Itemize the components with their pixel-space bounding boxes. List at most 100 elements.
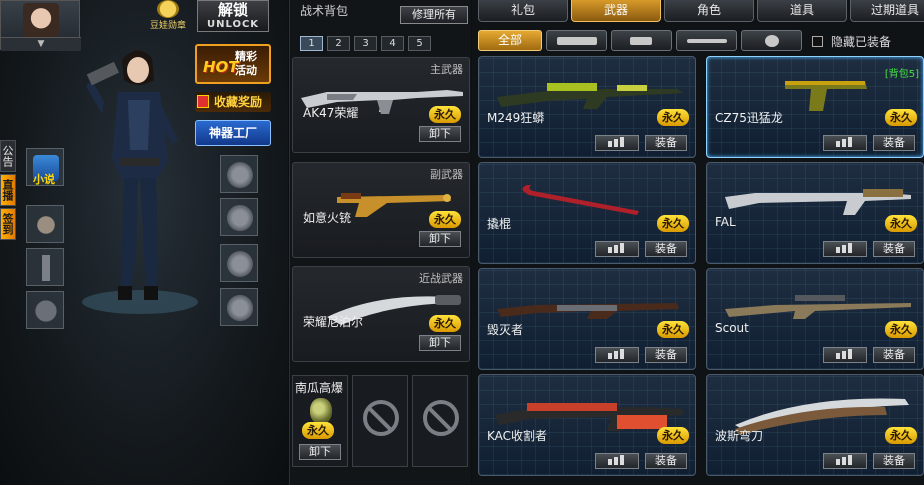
weapon-name: CZ75迅猛龙 xyxy=(715,111,783,125)
backpack-page-4[interactable]: 4 xyxy=(381,36,404,51)
tab-characters[interactable]: 角色 xyxy=(664,0,754,22)
unload-button[interactable]: 卸下 xyxy=(419,231,461,247)
unload-button[interactable]: 卸下 xyxy=(419,126,461,142)
tab-weapons[interactable]: 武器 xyxy=(571,0,661,22)
slot-bag[interactable] xyxy=(26,291,64,329)
hot-events-button[interactable]: HOT 精彩 活动 xyxy=(195,44,271,84)
stats-bar-icon xyxy=(614,351,618,359)
hot-events-line1: 精彩 xyxy=(235,50,257,63)
slot-pendant[interactable] xyxy=(26,205,64,243)
slot-novel[interactable]: 小说 xyxy=(26,148,64,186)
stats-bar-icon xyxy=(836,459,840,465)
slot-goggles[interactable] xyxy=(220,244,258,282)
filter-pistol[interactable] xyxy=(611,30,672,51)
avatar-dropdown-toggle[interactable]: ▼ xyxy=(1,37,81,51)
backpack-page-3[interactable]: 3 xyxy=(354,36,377,51)
weapon-card[interactable]: 波斯弯刀 永久 装备 xyxy=(706,374,924,476)
stats-button[interactable] xyxy=(823,347,867,363)
prohibited-icon xyxy=(363,400,399,436)
hot-events-label: 精彩 活动 xyxy=(235,50,257,78)
slot-gloves[interactable] xyxy=(220,288,258,326)
unlock-button[interactable]: 解锁 UNLOCK xyxy=(197,0,269,32)
permanent-tag: 永久 xyxy=(885,215,917,232)
grenade-slot[interactable]: 南瓜高爆 永久 卸下 xyxy=(292,375,348,467)
doll-medal-badge[interactable]: 豆娃勋章 xyxy=(145,0,191,32)
secondary-weapon-slot[interactable]: 副武器 如意火铳 永久 卸下 xyxy=(292,162,470,258)
stats-button[interactable] xyxy=(595,241,639,257)
side-tab-checkin[interactable]: 签到 xyxy=(0,208,16,240)
backpack-page-5[interactable]: 5 xyxy=(408,36,431,51)
side-tab-announcement[interactable]: 公告 xyxy=(0,140,16,172)
filter-all[interactable]: 全部 xyxy=(478,30,542,51)
weapon-card[interactable]: M249狂蟒 永久 装备 xyxy=(478,56,696,158)
helmet-icon xyxy=(227,162,253,188)
artifact-factory-button[interactable]: 神器工厂 xyxy=(195,120,271,146)
weapon-filters: 全部 xyxy=(478,30,802,51)
weapon-card[interactable]: FAL 永久 装备 xyxy=(706,162,924,264)
slot-category: 主武器 xyxy=(430,63,463,76)
empty-throwable-slot[interactable] xyxy=(352,375,408,467)
pouch-icon xyxy=(33,298,59,324)
equip-button[interactable]: 装备 xyxy=(645,241,687,257)
weapon-card[interactable]: KAC收割者 永久 装备 xyxy=(478,374,696,476)
filter-melee[interactable] xyxy=(676,30,737,51)
side-tab-live[interactable]: 直播 xyxy=(0,174,16,206)
equip-button[interactable]: 装备 xyxy=(873,135,915,151)
stats-button[interactable] xyxy=(595,347,639,363)
player-avatar[interactable]: ▼ xyxy=(0,0,81,51)
stats-bar-icon xyxy=(608,141,612,147)
equip-button[interactable]: 装备 xyxy=(873,241,915,257)
unload-button[interactable]: 卸下 xyxy=(419,335,461,351)
equip-button[interactable]: 装备 xyxy=(645,453,687,469)
collection-reward-button[interactable]: 收藏奖励 xyxy=(195,92,271,112)
permanent-tag: 永久 xyxy=(657,215,689,232)
permanent-tag: 永久 xyxy=(885,321,917,338)
weapon-card[interactable]: 撬棍 永久 装备 xyxy=(478,162,696,264)
stats-button[interactable] xyxy=(823,135,867,151)
backpack-page-1[interactable]: 1 xyxy=(300,36,323,51)
weapon-card[interactable]: Scout 永久 装备 xyxy=(706,268,924,370)
slot-spray[interactable] xyxy=(26,248,64,286)
equip-button[interactable]: 装备 xyxy=(645,135,687,151)
tab-gift-pack[interactable]: 礼包 xyxy=(478,0,568,22)
stats-button[interactable] xyxy=(823,453,867,469)
filter-rifle[interactable] xyxy=(546,30,607,51)
stats-button[interactable] xyxy=(595,453,639,469)
prohibited-icon xyxy=(423,400,459,436)
primary-weapon-slot[interactable]: 主武器 AK47荣耀 永久 卸下 xyxy=(292,57,470,153)
repair-all-button[interactable]: 修理所有 xyxy=(400,6,468,24)
teddy-bear-icon xyxy=(33,212,59,238)
equip-button[interactable]: 装备 xyxy=(873,453,915,469)
hide-equipped-toggle[interactable]: 隐藏已装备 xyxy=(812,33,891,50)
stats-bar-icon xyxy=(848,243,852,253)
stats-bar-icon xyxy=(836,141,840,147)
weapon-card[interactable]: CZ75迅猛龙 [背包5] 永久 装备 xyxy=(706,56,924,158)
grenade-name: 南瓜高爆 xyxy=(295,381,344,395)
stats-bar-icon xyxy=(608,353,612,359)
weapon-name: 毁灭者 xyxy=(487,323,524,337)
unload-button[interactable]: 卸下 xyxy=(299,444,341,460)
slot-helmet[interactable] xyxy=(220,155,258,193)
permanent-tag: 永久 xyxy=(429,315,461,332)
permanent-tag: 永久 xyxy=(885,427,917,444)
backpack-page-2[interactable]: 2 xyxy=(327,36,350,51)
stats-bar-icon xyxy=(620,349,624,359)
equip-button[interactable]: 装备 xyxy=(645,347,687,363)
stats-bar-icon xyxy=(614,139,618,147)
stats-button[interactable] xyxy=(595,135,639,151)
stats-button[interactable] xyxy=(823,241,867,257)
slot-vest[interactable] xyxy=(220,198,258,236)
empty-throwable-slot[interactable] xyxy=(412,375,468,467)
badge-label: 豆娃勋章 xyxy=(149,21,186,31)
melee-weapon-slot[interactable]: 近战武器 荣耀尼泊尔 永久 卸下 xyxy=(292,266,470,362)
vest-icon xyxy=(227,205,253,231)
hide-equipped-checkbox[interactable] xyxy=(812,36,823,47)
weapon-card[interactable]: 毁灭者 永久 装备 xyxy=(478,268,696,370)
tab-items[interactable]: 道具 xyxy=(757,0,847,22)
permanent-tag: 永久 xyxy=(429,106,461,123)
stats-bar-icon xyxy=(620,137,624,147)
character-panel: ▼ 豆娃勋章 解锁 UNLOCK HOT 精彩 活动 收藏奖励 神器工厂 公告 … xyxy=(0,0,288,485)
tab-expired-items[interactable]: 过期道具 xyxy=(850,0,924,22)
filter-throwable[interactable] xyxy=(741,30,802,51)
equip-button[interactable]: 装备 xyxy=(873,347,915,363)
